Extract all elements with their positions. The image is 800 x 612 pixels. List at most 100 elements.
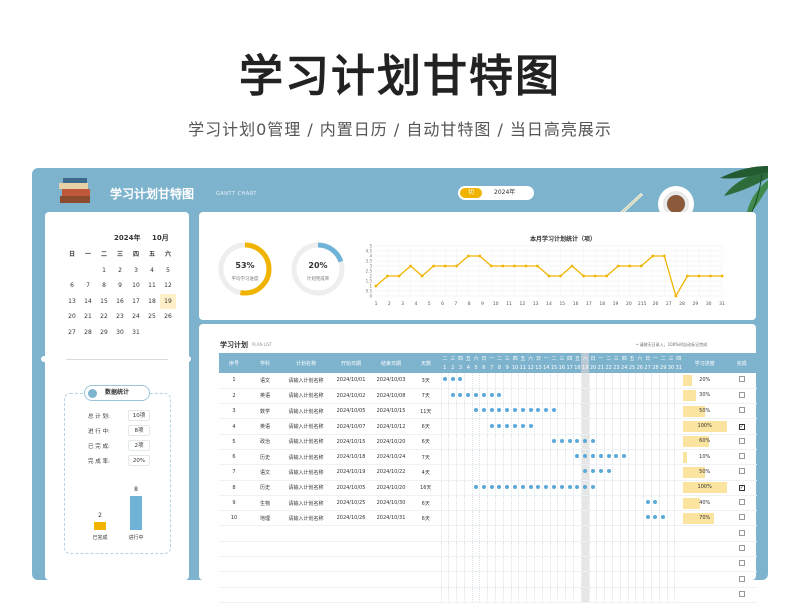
calendar-day[interactable]: 2 (112, 263, 128, 279)
empty-row[interactable] (219, 556, 757, 573)
empty-cell[interactable] (249, 571, 281, 588)
empty-cell[interactable] (219, 587, 249, 603)
calendar-day[interactable]: 14 (80, 294, 96, 310)
empty-cell[interactable] (281, 525, 331, 542)
empty-cell[interactable] (281, 571, 331, 588)
checkbox-icon[interactable] (738, 499, 745, 506)
calendar-day[interactable]: 13 (64, 294, 80, 310)
calendar-day[interactable]: 12 (160, 278, 176, 294)
table-row[interactable]: 2 英语 请输入计划名称 2024/10/02 2024/10/08 7天 30% (219, 388, 757, 405)
calendar-day[interactable]: 24 (128, 309, 144, 325)
table-row[interactable]: 10 地理 请输入计划名称 2024/10/26 2024/10/31 6天 70% (219, 510, 757, 527)
calendar-day[interactable]: 29 (96, 325, 112, 341)
calendar-day[interactable]: 1 (96, 263, 112, 279)
calendar-day[interactable]: 17 (128, 294, 144, 310)
empty-cell[interactable] (411, 571, 441, 588)
empty-cell[interactable] (219, 571, 249, 588)
cell-name[interactable]: 请输入计划名称 (281, 418, 331, 435)
empty-row[interactable] (219, 525, 757, 542)
table-row[interactable]: 4 英语 请输入计划名称 2024/10/07 2024/10/12 6天 100% ✓ (219, 418, 757, 435)
empty-cell[interactable] (331, 587, 371, 603)
checkbox-icon[interactable] (738, 391, 745, 398)
table-row[interactable]: 6 历史 请输入计划名称 2024/10/18 2024/10/24 7天 10% (219, 449, 757, 466)
calendar-day[interactable]: 20 (64, 309, 80, 325)
calendar-day[interactable]: 4 (144, 263, 160, 279)
empty-cell[interactable] (371, 525, 411, 542)
checkbox-icon[interactable] (738, 529, 745, 536)
checkbox-icon[interactable] (738, 407, 745, 414)
empty-cell[interactable] (249, 525, 281, 542)
empty-cell[interactable] (331, 541, 371, 558)
empty-cell[interactable] (281, 556, 331, 573)
checkbox-icon[interactable] (738, 468, 745, 475)
calendar-day[interactable]: 21 (80, 309, 96, 325)
table-row[interactable]: 9 生物 请输入计划名称 2024/10/25 2024/10/30 6天 40% (219, 495, 757, 512)
cell-name[interactable]: 请输入计划名称 (281, 434, 331, 450)
table-row[interactable]: 5 政治 请输入计划名称 2024/10/15 2024/10/20 6天 60% (219, 434, 757, 450)
table-row[interactable]: 1 语文 请输入计划名称 2024/10/01 2024/10/03 3天 20% (219, 373, 757, 389)
empty-cell[interactable] (411, 541, 441, 558)
empty-cell[interactable] (219, 556, 249, 573)
calendar-day[interactable]: 22 (96, 309, 112, 325)
checkbox-icon[interactable] (738, 453, 745, 460)
checkbox-icon[interactable] (738, 376, 745, 383)
calendar-day[interactable]: 8 (96, 278, 112, 294)
cell-name[interactable]: 请输入计划名称 (281, 373, 331, 389)
checkbox-icon[interactable] (738, 560, 745, 567)
calendar-day[interactable]: 19 (160, 293, 176, 309)
checked-checkbox-icon[interactable]: ✓ (738, 484, 745, 491)
empty-cell[interactable] (249, 556, 281, 573)
table-row[interactable]: 3 数学 请输入计划名称 2024/10/05 2024/10/15 11天 50% (219, 403, 757, 420)
calendar-day[interactable]: 15 (96, 294, 112, 310)
empty-cell[interactable] (411, 556, 441, 573)
cell-name[interactable]: 请输入计划名称 (281, 510, 331, 527)
year-selector[interactable]: 切 2024年 (458, 186, 534, 200)
calendar-day[interactable]: 16 (112, 294, 128, 310)
empty-cell[interactable] (281, 541, 331, 558)
checkbox-icon[interactable] (738, 544, 745, 551)
checkbox-icon[interactable] (738, 514, 745, 521)
cell-name[interactable]: 请输入计划名称 (281, 449, 331, 466)
empty-cell[interactable] (249, 587, 281, 603)
calendar-day[interactable]: 10 (128, 278, 144, 294)
calendar-day[interactable]: 7 (80, 278, 96, 294)
calendar-day[interactable]: 25 (144, 309, 160, 325)
cell-name[interactable]: 请输入计划名称 (281, 495, 331, 512)
empty-cell[interactable] (331, 556, 371, 573)
empty-cell[interactable] (249, 541, 281, 558)
checkbox-icon[interactable] (738, 437, 745, 444)
calendar-day[interactable]: 9 (112, 278, 128, 294)
empty-cell[interactable] (411, 587, 441, 603)
empty-cell[interactable] (331, 571, 371, 588)
calendar-day[interactable]: 5 (160, 263, 176, 279)
calendar-day[interactable]: 6 (64, 278, 80, 294)
empty-row[interactable] (219, 587, 757, 603)
year-toggle-button[interactable]: 切 (460, 188, 482, 198)
empty-cell[interactable] (219, 541, 249, 558)
table-row[interactable]: 7 语文 请输入计划名称 2024/10/19 2024/10/22 4天 50% (219, 464, 757, 481)
empty-cell[interactable] (371, 587, 411, 603)
calendar-day[interactable]: 3 (128, 263, 144, 279)
calendar-day[interactable]: 23 (112, 309, 128, 325)
empty-cell[interactable] (371, 541, 411, 558)
checkbox-icon[interactable] (738, 575, 745, 582)
table-row[interactable]: 8 历史 请输入计划名称 2024/10/05 2024/10/20 16天 100% ✓ (219, 480, 757, 496)
empty-row[interactable] (219, 541, 757, 558)
cell-name[interactable]: 请输入计划名称 (281, 480, 331, 496)
empty-cell[interactable] (371, 571, 411, 588)
cell-name[interactable]: 请输入计划名称 (281, 464, 331, 481)
calendar-day[interactable]: 18 (144, 294, 160, 310)
calendar-day[interactable]: 11 (144, 278, 160, 294)
checkbox-icon[interactable] (738, 590, 745, 597)
empty-cell[interactable] (371, 556, 411, 573)
calendar-day[interactable]: 30 (112, 325, 128, 341)
empty-cell[interactable] (411, 525, 441, 542)
calendar-day[interactable]: 28 (80, 325, 96, 341)
cell-name[interactable]: 请输入计划名称 (281, 388, 331, 405)
calendar-day[interactable]: 27 (64, 325, 80, 341)
empty-cell[interactable] (331, 525, 371, 542)
calendar-day[interactable]: 26 (160, 309, 176, 325)
checked-checkbox-icon[interactable]: ✓ (738, 423, 745, 430)
cell-name[interactable]: 请输入计划名称 (281, 403, 331, 420)
empty-cell[interactable] (219, 525, 249, 542)
